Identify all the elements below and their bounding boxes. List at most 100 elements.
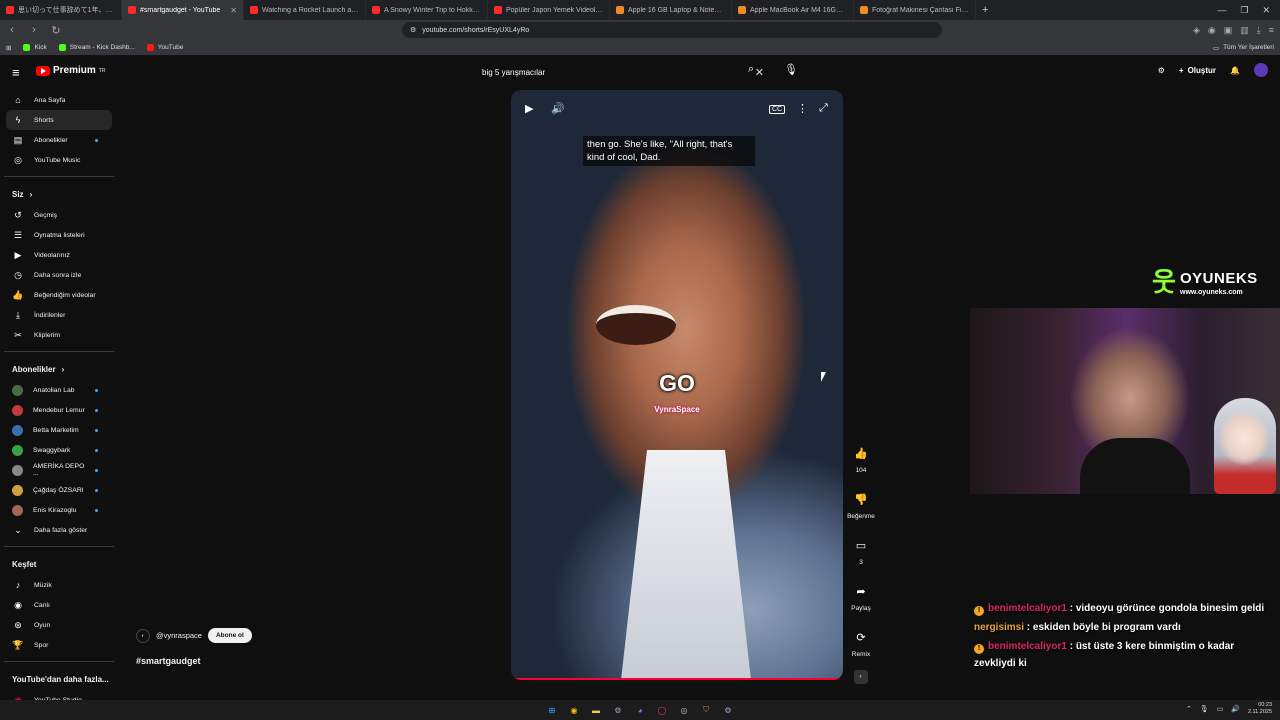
sidebar-item-home[interactable]: ⌂ Ana Sayfa [0, 90, 112, 110]
extension-icon[interactable]: ▣ [1224, 25, 1233, 36]
create-button[interactable]: + Oluştur [1179, 66, 1216, 75]
sidebar-item-liked[interactable]: 👍 Beğendiğim videolar [0, 285, 112, 305]
shorts-video-player[interactable]: ▶ 🔊 CC ⋮ ⤢ then go. She's like, "All rig… [511, 90, 843, 680]
dislike-button[interactable]: 👎 Beğenme [843, 486, 879, 521]
clear-search-icon[interactable]: ✕ [755, 66, 764, 79]
extension-icon[interactable]: ◉ [1208, 25, 1216, 36]
sidebar-item-shorts[interactable]: ϟ Shorts [6, 110, 112, 130]
browser-tab[interactable]: Apple 16 GB Laptop & Notebook ve [610, 0, 732, 20]
sidebar-icon[interactable]: ▥ [1240, 25, 1249, 36]
sidebar-subscription[interactable]: Anatolian Lab [0, 380, 112, 400]
browser-tab[interactable]: Popüler Japon Yemek Videoları Top 1 [488, 0, 610, 20]
avatar[interactable] [1254, 63, 1268, 77]
section-title: Keşfet [12, 559, 37, 569]
section-more-from-youtube[interactable]: YouTube'dan daha fazla... [0, 668, 118, 690]
search-icon[interactable]: ⌕ [748, 63, 754, 76]
search-input[interactable]: big 5 yarışmacılar ✕ [474, 62, 772, 82]
discord-icon[interactable]: ◕ [634, 704, 646, 716]
cast-icon[interactable]: ⚙ [1158, 66, 1165, 75]
channel-avatar[interactable]: ◐ [136, 628, 150, 643]
browser-tab[interactable]: A Snowy Winter Trip to Hokkaido | 1 [366, 0, 488, 20]
share-button[interactable]: ➦ Paylaş [843, 578, 879, 613]
comments-button[interactable]: ▭ 3 [843, 532, 879, 567]
new-tab-icon[interactable]: + [976, 4, 994, 16]
sidebar-item-gaming[interactable]: ⊛ Oyun [0, 615, 112, 635]
browser-tab[interactable]: 思い切って仕事辞めて1年、家で日本相 [0, 0, 122, 20]
clock[interactable]: 00:23 2.11.2025 [1248, 702, 1272, 716]
hamburger-menu-icon[interactable]: ≡ [12, 65, 20, 80]
restore-icon[interactable]: ❐ [1240, 5, 1248, 16]
sidebar-subscription[interactable]: Mendebur Lemur [0, 400, 112, 420]
minimize-icon[interactable]: — [1217, 5, 1226, 16]
all-bookmarks[interactable]: ▭ Tüm Yer İşaretleri [1213, 44, 1274, 52]
microphone-icon[interactable]: 🎙 [784, 63, 798, 76]
file-explorer-icon[interactable]: ▬ [590, 704, 602, 716]
like-button[interactable]: 👍 104 [843, 440, 879, 475]
brave-icon[interactable]: ⛉ [700, 704, 712, 716]
section-subscriptions[interactable]: Abonelikler › [0, 358, 118, 380]
sidebar-subscription[interactable]: Çağdaş ÖZSARI [0, 480, 112, 500]
menu-icon[interactable]: ≡ [1269, 25, 1274, 36]
reload-icon[interactable]: ↻ [50, 24, 62, 37]
download-icon[interactable]: ⤓ [1257, 25, 1261, 36]
app-icon[interactable]: ◎ [678, 704, 690, 716]
sidebar-subscription[interactable]: Swaggybark [0, 440, 112, 460]
network-icon[interactable]: ▭ [1217, 705, 1224, 713]
steam-icon[interactable]: ⚙ [612, 704, 624, 716]
chrome-icon[interactable]: ◉ [568, 704, 580, 716]
notifications-icon[interactable]: 🔔 [1230, 66, 1240, 75]
section-explore[interactable]: Keşfet [0, 553, 118, 575]
sidebar-item-download[interactable]: ⤓ İndirilenler [0, 305, 112, 325]
browser-tab[interactable]: #smartgaudget - YouTube ✕ [122, 0, 244, 20]
opera-icon[interactable]: ◯ [656, 704, 668, 716]
close-window-icon[interactable]: ✕ [1262, 5, 1270, 16]
sidebar-item-history[interactable]: ↺ Geçmiş [0, 205, 112, 225]
sidebar-subscription[interactable]: Enis Kirazoglu [0, 500, 112, 520]
browser-tab[interactable]: Apple MacBook Air M4 16GB 256GB [732, 0, 854, 20]
sidebar-item-music-note[interactable]: ♪ Müzik [0, 575, 112, 595]
more-options-icon[interactable]: ⋮ [797, 102, 808, 115]
steam-icon[interactable]: ⚙ [722, 704, 734, 716]
sidebar-item-trophy[interactable]: 🏆 Spor [0, 635, 112, 655]
forward-icon[interactable]: › [28, 24, 40, 36]
back-icon[interactable]: ‹ [6, 24, 18, 36]
download-icon: ⤓ [16, 309, 20, 320]
show-more-button[interactable]: ⌄ Daha fazla göster [0, 520, 112, 540]
bookmark-kick[interactable]: Kick [23, 44, 47, 51]
sidebar-item-clips[interactable]: ✂ Kliplerim [0, 325, 112, 345]
fullscreen-icon[interactable]: ⤢ [819, 102, 828, 115]
sidebar-subscription[interactable]: AMERİKA DEPO ... [0, 460, 112, 480]
sidebar-item-watch-later[interactable]: ◷ Daha sonra izle [0, 265, 112, 285]
playlists-icon: ☰ [13, 229, 23, 240]
volume-icon[interactable]: 🔊 [551, 102, 565, 115]
sidebar-item-playlists[interactable]: ☰ Oynatma listeleri [0, 225, 112, 245]
sound-thumbnail[interactable]: ◐ [854, 670, 868, 684]
remix-button[interactable]: ⟳ Remix [843, 624, 879, 659]
video-hashtag[interactable]: #smartgaudget [136, 656, 201, 666]
play-icon[interactable]: ▶ [525, 102, 533, 115]
channel-handle[interactable]: @vynraspace [156, 631, 202, 640]
close-tab-icon[interactable]: ✕ [230, 6, 237, 15]
section-you[interactable]: Siz › [0, 183, 118, 205]
bookmark-youtube[interactable]: YouTube [146, 44, 183, 51]
bookmark-kick-dashboard[interactable]: Stream - Kick Dashb... [58, 44, 135, 51]
url-field[interactable]: ⚙ youtube.com/shorts/rEsyUXL4yRo [402, 22, 942, 38]
sidebar-subscription[interactable]: Betta Marketim [0, 420, 112, 440]
browser-tab[interactable]: Fotoğraf Makinesi Çantası Fiyatları, İ [854, 0, 976, 20]
sidebar-item-music[interactable]: ◎ YouTube Music [0, 150, 112, 170]
extension-icon[interactable]: ◈ [1193, 25, 1200, 36]
microphone-icon[interactable]: 🎙 [1200, 705, 1209, 713]
browser-tab[interactable]: Watching a Rocket Launch at SpaceX [244, 0, 366, 20]
sidebar-item-your-videos[interactable]: ▶ Videolarınız [0, 245, 112, 265]
chevron-up-icon[interactable]: ⌃ [1186, 705, 1192, 713]
sidebar-item-subscriptions[interactable]: ▤ Abonelikler [0, 130, 112, 150]
site-info-icon[interactable]: ⚙ [410, 26, 416, 34]
sidebar-item-live[interactable]: ◉ Canlı [0, 595, 112, 615]
windows-start-icon[interactable]: ⊞ [546, 704, 558, 716]
youtube-premium-logo[interactable]: Premium TR [36, 65, 105, 76]
subscribe-button[interactable]: Abone ol [207, 628, 252, 643]
volume-icon[interactable]: 🔊 [1231, 705, 1240, 713]
captions-icon[interactable]: CC [769, 105, 786, 114]
apps-icon[interactable]: ⊞ [6, 44, 11, 52]
video-progress-bar[interactable] [511, 678, 843, 680]
